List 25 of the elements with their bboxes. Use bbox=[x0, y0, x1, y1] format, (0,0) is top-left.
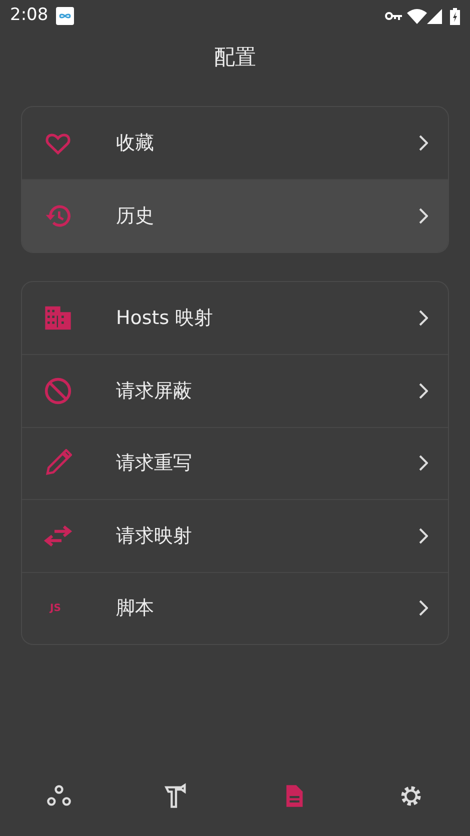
chevron-icon bbox=[418, 600, 428, 616]
signal-icon bbox=[427, 8, 442, 24]
settings-item[interactable]: 请求重写 bbox=[22, 426, 448, 499]
settings-item[interactable]: 历史 bbox=[22, 179, 448, 252]
notification-icon bbox=[56, 7, 74, 25]
script-icon: JS bbox=[50, 600, 61, 616]
chevron-icon bbox=[418, 528, 428, 544]
wifi-icon bbox=[407, 8, 427, 24]
settings-item[interactable]: 请求映射 bbox=[22, 499, 448, 572]
key-icon bbox=[385, 11, 403, 21]
chevron-icon bbox=[418, 310, 428, 326]
settings-item[interactable]: 收藏 bbox=[22, 106, 448, 179]
page-title: 配置 bbox=[213, 44, 257, 71]
chevron-icon bbox=[418, 455, 428, 472]
settings-item[interactable]: JS 脚本 bbox=[22, 572, 448, 644]
building-icon bbox=[44, 304, 72, 332]
chevron-icon bbox=[418, 134, 428, 151]
chevron-icon bbox=[418, 208, 428, 224]
pencil-icon bbox=[44, 449, 72, 478]
settings-item[interactable]: Hosts 映射 bbox=[22, 282, 448, 354]
chevron-icon bbox=[418, 382, 428, 399]
battery-icon bbox=[450, 8, 460, 24]
settings-item[interactable]: 请求屏蔽 bbox=[22, 354, 448, 426]
block-icon bbox=[44, 376, 72, 405]
status-time: 2:08 bbox=[10, 4, 48, 28]
